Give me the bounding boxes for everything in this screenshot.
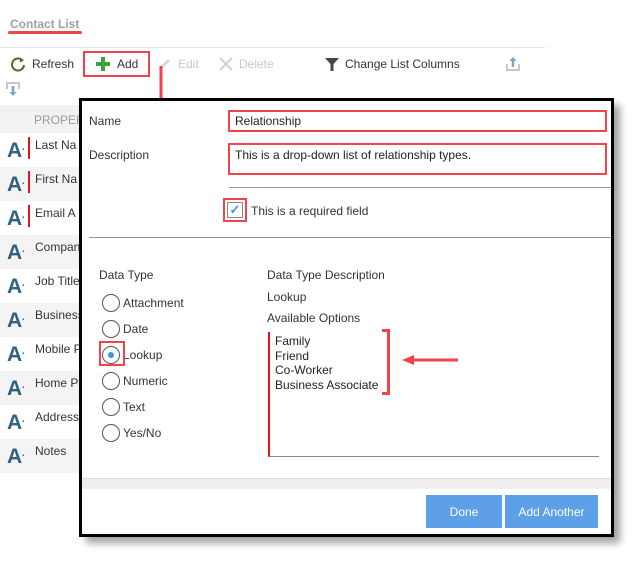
- list-item-label: Address: [35, 410, 80, 424]
- upload-icon: [506, 57, 520, 71]
- radio-yes-no[interactable]: Yes/No: [102, 424, 161, 442]
- radio-label: Lookup: [123, 348, 163, 362]
- option-item: Friend: [275, 348, 310, 363]
- add-another-button[interactable]: Add Another: [505, 495, 598, 528]
- list-item-label: Last Na: [35, 138, 77, 152]
- annotation-arrow-left-icon: [402, 355, 458, 365]
- radio-label: Yes/No: [123, 426, 162, 440]
- edit-label: Edit: [178, 57, 199, 71]
- radio-label: Date: [123, 322, 149, 336]
- available-options-label: Available Options: [267, 311, 361, 325]
- divider: [89, 237, 611, 238]
- annotation-bracket: [382, 329, 390, 395]
- checkmark-icon: ✓: [229, 202, 241, 217]
- text-type-icon: A: [7, 139, 25, 163]
- text-type-icon: A: [7, 377, 25, 401]
- text-type-icon: A: [7, 241, 25, 265]
- name-input[interactable]: [228, 110, 607, 132]
- export-button[interactable]: [505, 55, 521, 73]
- list-item[interactable]: A Job Title: [0, 269, 90, 303]
- import-button[interactable]: [5, 80, 21, 98]
- refresh-button[interactable]: Refresh: [10, 55, 74, 73]
- list-item-label: Mobile P: [35, 342, 82, 356]
- available-options-textarea[interactable]: Family Friend Co-Worker Business Associate: [268, 332, 599, 457]
- option-item: Family: [275, 334, 311, 348]
- divider: [229, 187, 611, 188]
- list-item[interactable]: A Business: [0, 303, 90, 337]
- add-label: Add: [117, 57, 139, 71]
- delete-button[interactable]: Delete: [219, 55, 274, 73]
- done-button[interactable]: Done: [426, 495, 502, 528]
- text-type-icon: A: [7, 207, 25, 231]
- data-type-description-label: Data Type Description: [267, 268, 385, 282]
- text-type-icon: A: [7, 411, 25, 435]
- radio-label: Text: [123, 400, 146, 414]
- list-item[interactable]: A First Na: [0, 167, 90, 201]
- radio-label: Numeric: [123, 374, 168, 388]
- description-input[interactable]: This is a drop-down list of relationship…: [228, 143, 607, 175]
- add-field-dialog: Name Description This is a drop-down lis…: [79, 98, 614, 537]
- option-item: Co-Worker: [275, 363, 333, 377]
- radio-text[interactable]: Text: [102, 398, 145, 416]
- text-type-icon: A: [7, 445, 25, 469]
- option-item: Business Associate: [275, 377, 379, 392]
- refresh-icon: [11, 57, 25, 72]
- change-list-columns-button[interactable]: Change List Columns: [325, 55, 460, 73]
- required-label: This is a required field: [251, 204, 369, 218]
- filter-funnel-icon: [325, 58, 339, 71]
- dialog-footer-divider: [82, 478, 611, 489]
- list-item-label: Notes: [35, 444, 67, 458]
- add-button[interactable]: Add: [83, 51, 150, 77]
- list-item[interactable]: A Address: [0, 405, 90, 439]
- list-header: PROPER: [0, 105, 90, 133]
- list-item[interactable]: A Home Pl: [0, 371, 90, 405]
- page-title[interactable]: Contact List: [10, 17, 79, 31]
- text-type-icon: A: [7, 275, 25, 299]
- toolbar-divider: [0, 47, 545, 48]
- text-type-icon: A: [7, 343, 25, 367]
- required-indicator: [28, 171, 30, 193]
- list-header-label: PROPER: [34, 113, 85, 127]
- radio-button[interactable]: [102, 320, 120, 338]
- radio-date[interactable]: Date: [102, 320, 148, 338]
- x-icon: [219, 57, 233, 71]
- radio-attachment[interactable]: Attachment: [102, 294, 184, 312]
- required-checkbox[interactable]: ✓: [227, 202, 243, 218]
- refresh-label: Refresh: [32, 57, 75, 71]
- plus-icon: [96, 57, 110, 71]
- required-indicator: [28, 205, 30, 227]
- radio-label: Attachment: [123, 296, 184, 310]
- list-item-label: First Na: [35, 172, 77, 186]
- list-item-label: Job Title: [35, 274, 80, 288]
- change-list-columns-label: Change List Columns: [345, 57, 460, 71]
- list-item-label: Business: [35, 308, 84, 322]
- list-item[interactable]: A Mobile P: [0, 337, 90, 371]
- radio-button[interactable]: [102, 424, 120, 442]
- required-indicator: [28, 137, 30, 159]
- description-label: Description: [89, 148, 150, 162]
- annotation-highlight: ✓: [223, 198, 247, 222]
- list-item[interactable]: A Email A: [0, 201, 90, 235]
- list-item[interactable]: A Notes: [0, 439, 90, 473]
- data-type-description-value: Lookup: [267, 290, 307, 304]
- radio-button[interactable]: [102, 398, 120, 416]
- radio-button[interactable]: [102, 294, 120, 312]
- list-item-label: Home Pl: [35, 376, 82, 390]
- data-type-label: Data Type: [99, 268, 154, 282]
- name-label: Name: [89, 114, 122, 128]
- radio-button[interactable]: [102, 372, 120, 390]
- list-item[interactable]: A Last Na: [0, 133, 90, 167]
- text-type-icon: A: [7, 309, 25, 333]
- radio-numeric[interactable]: Numeric: [102, 372, 168, 390]
- list-item-label: Email A: [35, 206, 76, 220]
- download-icon: [6, 82, 20, 96]
- delete-label: Delete: [239, 57, 274, 71]
- text-type-icon: A: [7, 173, 25, 197]
- annotation-underline: [8, 31, 82, 34]
- list-item-label: Compan: [35, 240, 81, 254]
- list-item[interactable]: A Compan: [0, 235, 90, 269]
- annotation-highlight: [99, 341, 125, 366]
